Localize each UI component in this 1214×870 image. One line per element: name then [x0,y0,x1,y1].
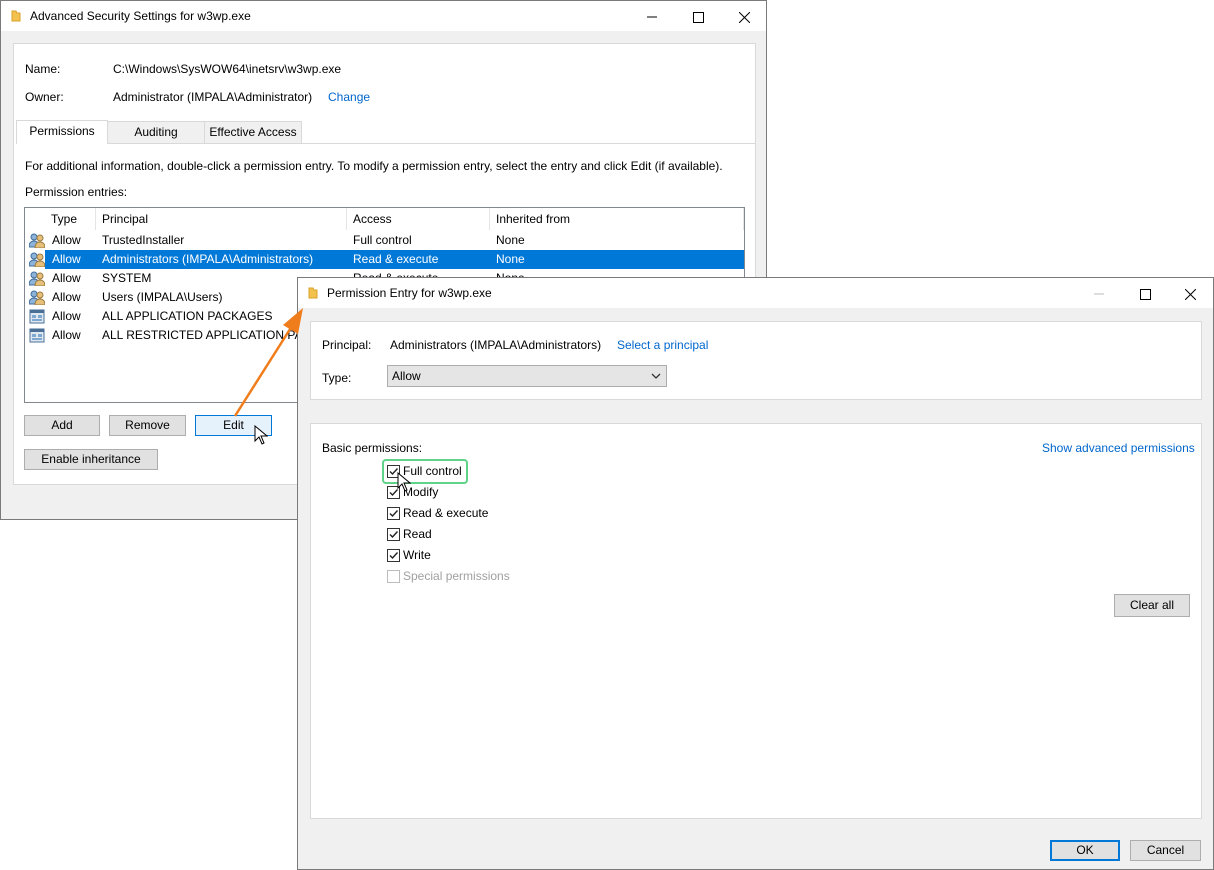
users-icon [29,271,45,286]
table-row[interactable]: Allow TrustedInstaller Full control None [25,231,744,250]
principal-value: Administrators (IMPALA\Administrators) [390,338,602,352]
row-principal: TrustedInstaller [102,233,185,247]
window-title: Permission Entry for w3wp.exe [327,286,492,300]
name-value: C:\Windows\SysWOW64\inetsrv\w3wp.exe [113,62,342,76]
read-execute-label: Read & execute [403,506,489,520]
remove-button[interactable]: Remove [109,415,186,436]
cancel-button[interactable]: Cancel [1130,840,1201,861]
checkmark-icon [389,510,399,518]
special-permissions-label: Special permissions [403,569,510,583]
row-principal: ALL APPLICATION PACKAGES [102,309,273,323]
close-icon [1184,288,1196,301]
row-principal: SYSTEM [102,271,152,285]
row-type: Allow [52,309,81,323]
basic-permissions-panel: Basic permissions: Show advanced permiss… [310,423,1202,819]
chevron-down-icon [651,373,661,379]
list-header: Type Principal Access Inherited from [25,208,744,230]
write-checkbox[interactable] [387,549,400,562]
column-header-access[interactable]: Access [347,208,490,230]
row-type: Allow [52,290,81,304]
read-execute-checkbox[interactable] [387,507,400,520]
principal-label: Principal: [322,338,372,352]
mouse-cursor-icon [254,425,268,445]
users-icon [29,290,45,305]
minimize-button[interactable] [1076,278,1122,308]
owner-change-link[interactable]: Change [328,90,370,104]
tab-effective-access[interactable]: Effective Access [204,121,302,143]
row-access: Full control [353,233,412,247]
maximize-icon [1139,288,1151,300]
title-bar[interactable]: Advanced Security Settings for w3wp.exe [1,1,766,31]
folder-icon [11,10,21,22]
row-type: Allow [52,252,81,266]
row-type: Allow [52,328,81,342]
checkmark-icon [389,552,399,560]
full-control-label: Full control [403,464,462,478]
show-advanced-permissions-link[interactable]: Show advanced permissions [1042,441,1195,455]
users-icon [29,252,45,267]
maximize-button[interactable] [1122,278,1168,308]
close-icon [738,11,750,24]
maximize-button[interactable] [675,1,721,31]
enable-inheritance-button[interactable]: Enable inheritance [24,449,158,470]
row-inherited: None [496,252,525,266]
maximize-icon [692,11,704,23]
read-label: Read [403,527,432,541]
window-title: Advanced Security Settings for w3wp.exe [30,9,251,23]
minimize-icon [1094,293,1104,295]
row-inherited: None [496,233,525,247]
folder-icon [308,287,318,299]
read-checkbox[interactable] [387,528,400,541]
clear-all-button[interactable]: Clear all [1114,594,1190,617]
row-principal: Users (IMPALA\Users) [102,290,223,304]
tab-strip: Permissions Auditing Effective Access [16,120,755,144]
row-type: Allow [52,233,81,247]
type-dropdown[interactable]: Allow [387,365,667,387]
checkmark-icon [389,531,399,539]
row-access: Read & execute [353,252,439,266]
add-button[interactable]: Add [24,415,100,436]
tab-permissions[interactable]: Permissions [16,120,108,144]
tab-auditing[interactable]: Auditing [107,121,205,143]
permission-entry-window: Permission Entry for w3wp.exe Principal:… [297,277,1214,870]
owner-label: Owner: [25,90,64,104]
minimize-icon [647,16,657,18]
minimize-button[interactable] [629,1,675,31]
basic-permissions-label: Basic permissions: [322,441,423,455]
principal-panel: Principal: Administrators (IMPALA\Admini… [310,321,1202,400]
app-package-icon [29,309,45,324]
type-dropdown-value: Allow [392,369,421,383]
row-principal: ALL RESTRICTED APPLICATION PAC [102,328,312,342]
title-bar[interactable]: Permission Entry for w3wp.exe [298,278,1213,308]
column-header-principal[interactable]: Principal [96,208,347,230]
row-type: Allow [52,271,81,285]
app-package-icon [29,328,45,343]
special-permissions-checkbox [387,570,400,583]
mouse-cursor-icon [397,472,411,492]
permission-entries-label: Permission entries: [25,185,128,199]
column-header-inherited[interactable]: Inherited from [490,208,744,230]
table-row-selected[interactable]: Allow Administrators (IMPALA\Administrat… [45,250,744,269]
owner-value: Administrator (IMPALA\Administrator) [113,90,313,104]
name-label: Name: [25,62,61,76]
ok-button[interactable]: OK [1050,840,1120,861]
users-icon [29,233,45,248]
type-label: Type: [322,371,352,385]
column-header-type[interactable]: Type [45,208,96,230]
row-principal: Administrators (IMPALA\Administrators) [102,252,314,266]
close-button[interactable] [1167,278,1213,308]
write-label: Write [403,548,431,562]
select-principal-link[interactable]: Select a principal [617,338,708,352]
info-text: For additional information, double-click… [25,159,723,173]
close-button[interactable] [721,1,767,31]
